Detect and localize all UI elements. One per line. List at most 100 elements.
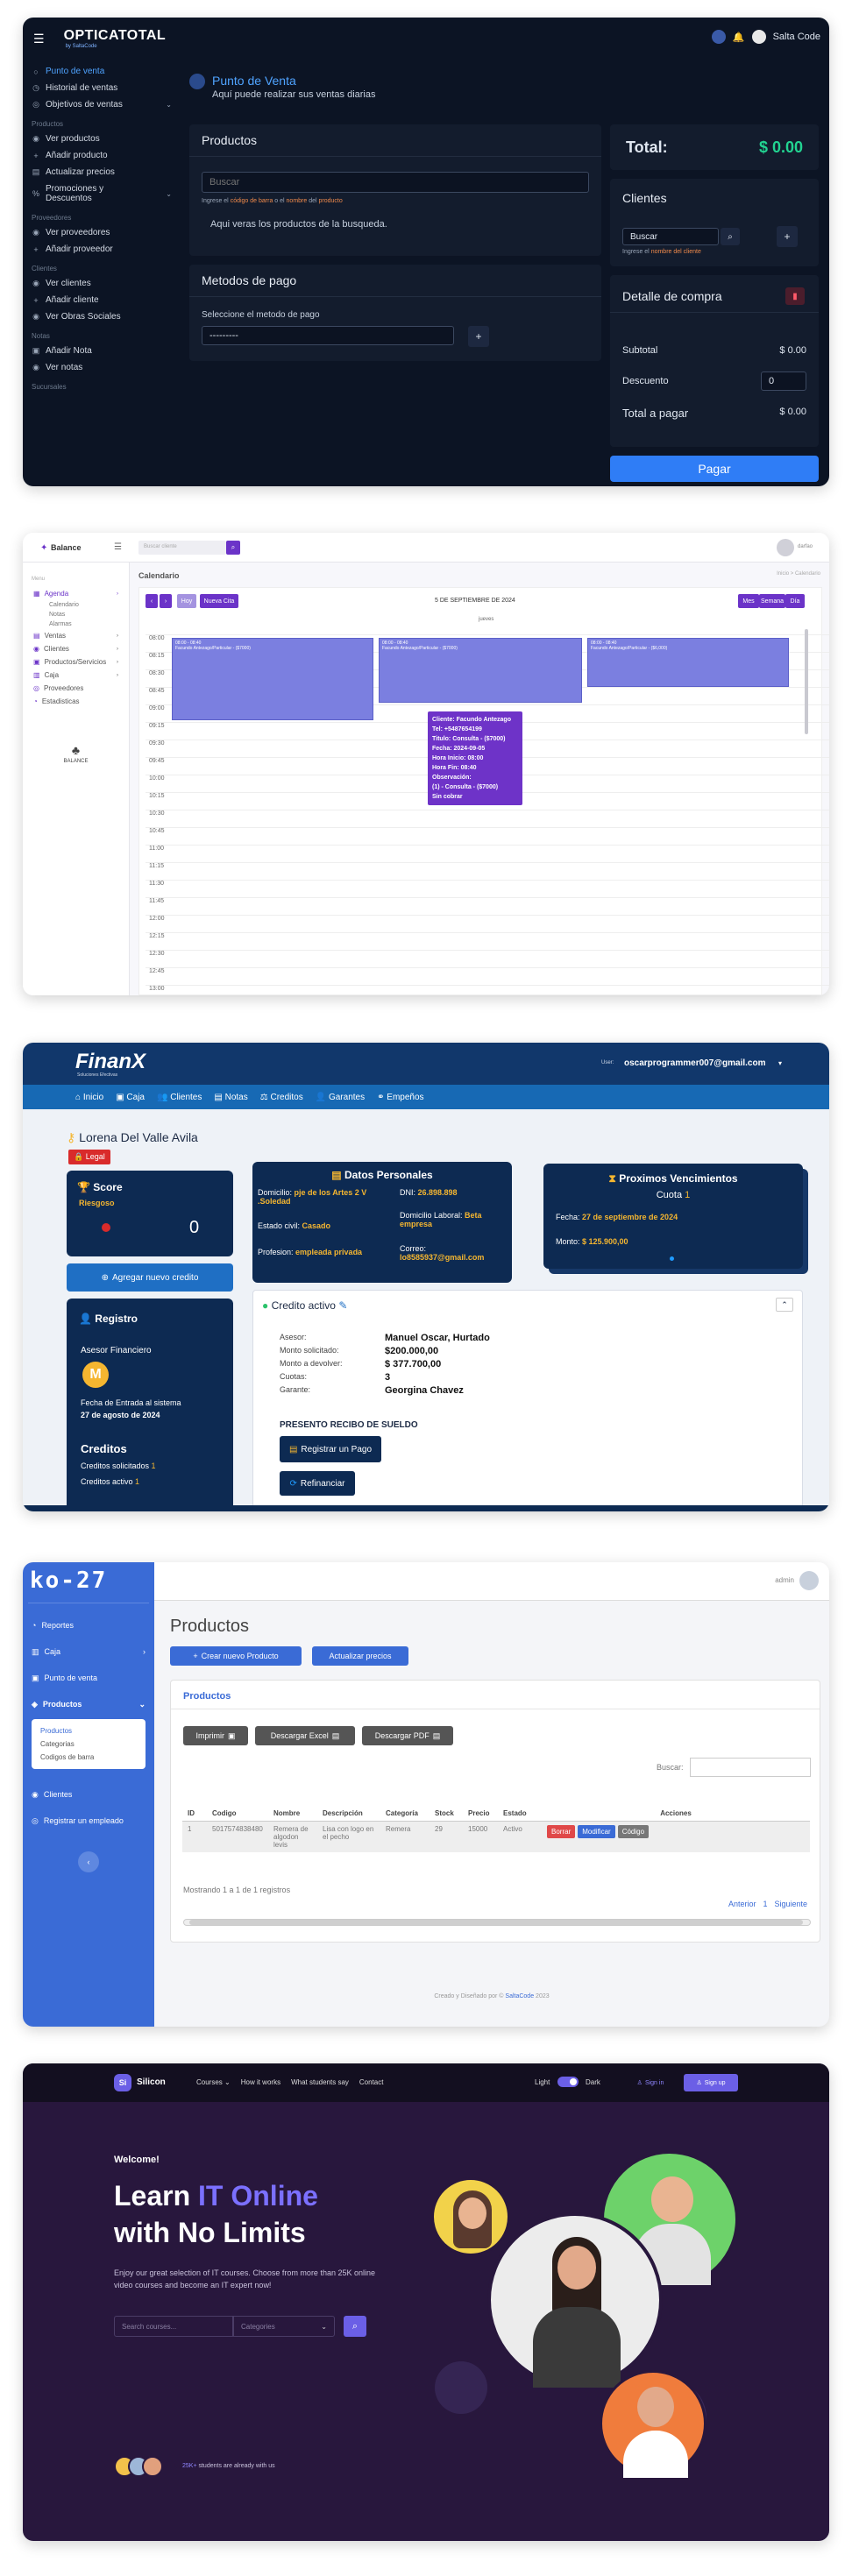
column-header[interactable]: Stock xyxy=(430,1806,463,1822)
bell-icon[interactable]: 🔔 xyxy=(733,32,745,43)
nav-item[interactable]: 👤 Garantes xyxy=(316,1093,365,1102)
signup-button[interactable]: ♙ Sign up xyxy=(684,2074,738,2091)
sidebar-item[interactable]: ▤ Ventas › xyxy=(28,629,124,642)
sidebar-item[interactable]: ◎ Objetivos de ventas ⌄ xyxy=(28,96,175,113)
descuento-input[interactable]: 0 xyxy=(761,372,806,391)
sidebar-item[interactable]: ▣ Punto de venta xyxy=(23,1665,154,1691)
sidebar-item[interactable]: % Promociones y Descuentos ⌄ xyxy=(28,180,175,207)
time-row[interactable]: 10:30 xyxy=(146,810,829,827)
sidebar-item[interactable]: ◉ Clientes xyxy=(23,1781,154,1808)
client-search-button[interactable]: ⌕ xyxy=(721,228,740,245)
course-search-input[interactable]: Search courses... xyxy=(114,2316,233,2337)
today-button[interactable]: Hoy xyxy=(177,594,196,608)
event-block[interactable]: 08:00 - 08:40 Facundo Antezago/Particular… xyxy=(379,638,582,703)
submenu-item[interactable]: Categorias xyxy=(40,1737,137,1751)
day-view-button[interactable]: Día xyxy=(785,594,805,608)
globe-icon[interactable] xyxy=(711,30,726,44)
time-row[interactable]: 12:15 xyxy=(146,932,829,950)
avatar[interactable] xyxy=(751,30,766,44)
sidebar-item[interactable]: ◉ Ver proveedores xyxy=(28,224,175,241)
time-row[interactable]: 11:30 xyxy=(146,880,829,897)
sidebar-subitem[interactable]: Calendario xyxy=(28,600,124,610)
delete-button[interactable]: Borrar xyxy=(547,1825,576,1838)
nav-item[interactable]: Courses ⌄ xyxy=(196,2078,231,2086)
client-search-button[interactable]: ⌕ xyxy=(226,541,240,555)
sidebar-item[interactable]: ◉ Clientes › xyxy=(28,642,124,655)
imprimir-button[interactable]: Imprimir ▣ xyxy=(183,1726,248,1745)
client-search-input[interactable]: Buscar cliente xyxy=(138,541,226,555)
time-row[interactable]: 12:30 xyxy=(146,950,829,967)
table-search-input[interactable] xyxy=(690,1758,811,1777)
excel-button[interactable]: Descargar Excel ▤ xyxy=(255,1726,355,1745)
sidebar-item[interactable]: ◔ Estadisticas xyxy=(28,695,124,708)
submenu-item[interactable]: Productos xyxy=(40,1724,137,1737)
chevron-down-icon[interactable]: ▾ xyxy=(778,1059,782,1067)
new-appointment-button[interactable]: Nueva Cita xyxy=(200,594,238,608)
column-header[interactable]: Categoría xyxy=(380,1806,430,1822)
time-row[interactable]: 11:15 xyxy=(146,862,829,880)
submenu-item[interactable]: Codigos de barra xyxy=(40,1751,137,1764)
nav-item[interactable]: How it works xyxy=(241,2078,280,2086)
sidebar-item[interactable]: ◉ Ver notas xyxy=(28,359,175,376)
add-client-button[interactable]: + xyxy=(777,226,798,247)
next-button[interactable]: › xyxy=(160,594,172,608)
sidebar-item[interactable]: ▣ Añadir Nota xyxy=(28,343,175,359)
month-view-button[interactable]: Mes xyxy=(738,594,759,608)
carousel-dot[interactable] xyxy=(670,1256,674,1261)
week-view-button[interactable]: Semana xyxy=(759,594,785,608)
sidebar-item[interactable]: ◉ Ver productos xyxy=(28,131,175,147)
sidebar-item[interactable]: + Añadir cliente xyxy=(28,292,175,308)
sidebar-item[interactable]: ◷ Historial de ventas xyxy=(28,80,175,96)
nav-item[interactable]: What students say xyxy=(291,2078,349,2086)
column-header[interactable]: Estado xyxy=(498,1806,542,1822)
next-page-link[interactable]: Siguiente xyxy=(774,1900,807,1908)
sidebar-item[interactable]: ▥ Caja › xyxy=(28,669,124,682)
sidebar-item[interactable]: ◉ Ver Obras Sociales xyxy=(28,308,175,325)
column-header[interactable]: Nombre xyxy=(268,1806,317,1822)
sidebar-subitem[interactable]: Notas xyxy=(28,610,124,619)
categories-select[interactable]: Categories ⌄ xyxy=(233,2316,335,2337)
signin-button[interactable]: ♙ Sign in xyxy=(629,2074,671,2091)
sidebar-item[interactable]: ◈ Productos ⌄ xyxy=(23,1691,154,1717)
collapse-button[interactable]: ⌃ xyxy=(776,1298,793,1312)
sidebar-item[interactable]: ◉ Ver clientes xyxy=(28,275,175,292)
nav-item[interactable]: ▤ Notas xyxy=(214,1093,247,1102)
product-search-input[interactable] xyxy=(202,172,589,193)
horizontal-scrollbar[interactable] xyxy=(183,1919,811,1926)
add-metodo-button[interactable]: + xyxy=(468,326,489,347)
column-header[interactable]: Acciones xyxy=(542,1806,810,1822)
column-header[interactable]: Codigo xyxy=(207,1806,268,1822)
sidebar-item[interactable]: ▣ Productos/Servicios › xyxy=(28,655,124,669)
nav-item[interactable]: ⚭ Empeños xyxy=(377,1093,423,1102)
calendar-scrollbar[interactable] xyxy=(805,629,808,734)
menu-icon[interactable]: ☰ xyxy=(114,542,122,552)
barcode-button[interactable]: Código xyxy=(617,1825,650,1838)
user-name[interactable]: admin xyxy=(775,1576,794,1584)
avatar[interactable] xyxy=(777,539,794,556)
nav-item[interactable]: ⌂ Inicio xyxy=(75,1093,103,1102)
sidebar-item[interactable]: ▤ Actualizar precios xyxy=(28,164,175,180)
time-row[interactable]: 13:00 xyxy=(146,985,829,995)
actualizar-precios-button[interactable]: Actualizar precios xyxy=(312,1646,408,1666)
search-button[interactable]: ⌕ xyxy=(344,2316,366,2337)
time-row[interactable]: 12:45 xyxy=(146,967,829,985)
sidebar-item[interactable]: ▦ Agenda › xyxy=(28,587,124,600)
pdf-button[interactable]: Descargar PDF ▤ xyxy=(362,1726,453,1745)
edit-button[interactable]: Modificar xyxy=(578,1825,615,1838)
registrar-pago-button[interactable]: ▤ Registrar un Pago xyxy=(280,1436,381,1462)
collapse-sidebar-button[interactable]: ‹ xyxy=(78,1851,99,1872)
column-header[interactable]: ID xyxy=(182,1806,207,1822)
sidebar-item[interactable]: ◎ Registrar un empleado xyxy=(23,1808,154,1834)
event-block[interactable]: 08:00 - 08:40 Facundo Antezago/Particular… xyxy=(172,638,373,720)
prev-page-link[interactable]: Anterior xyxy=(728,1900,756,1908)
new-credit-button[interactable]: ⊕ Agregar nuevo credito xyxy=(67,1263,233,1292)
client-search-input[interactable]: Buscar xyxy=(622,228,719,245)
refinanciar-button[interactable]: ⟳ Refinanciar xyxy=(280,1471,355,1496)
sidebar-item[interactable]: ◎ Proveedores xyxy=(28,682,124,695)
time-row[interactable]: 12:00 xyxy=(146,915,829,932)
sidebar-subitem[interactable]: Alarmas xyxy=(28,619,124,629)
sidebar-item[interactable]: + Añadir producto xyxy=(28,147,175,164)
nav-item[interactable]: Contact xyxy=(359,2078,384,2086)
sidebar-item[interactable]: ○ Punto de venta xyxy=(28,63,175,80)
column-header[interactable]: Precio xyxy=(463,1806,498,1822)
